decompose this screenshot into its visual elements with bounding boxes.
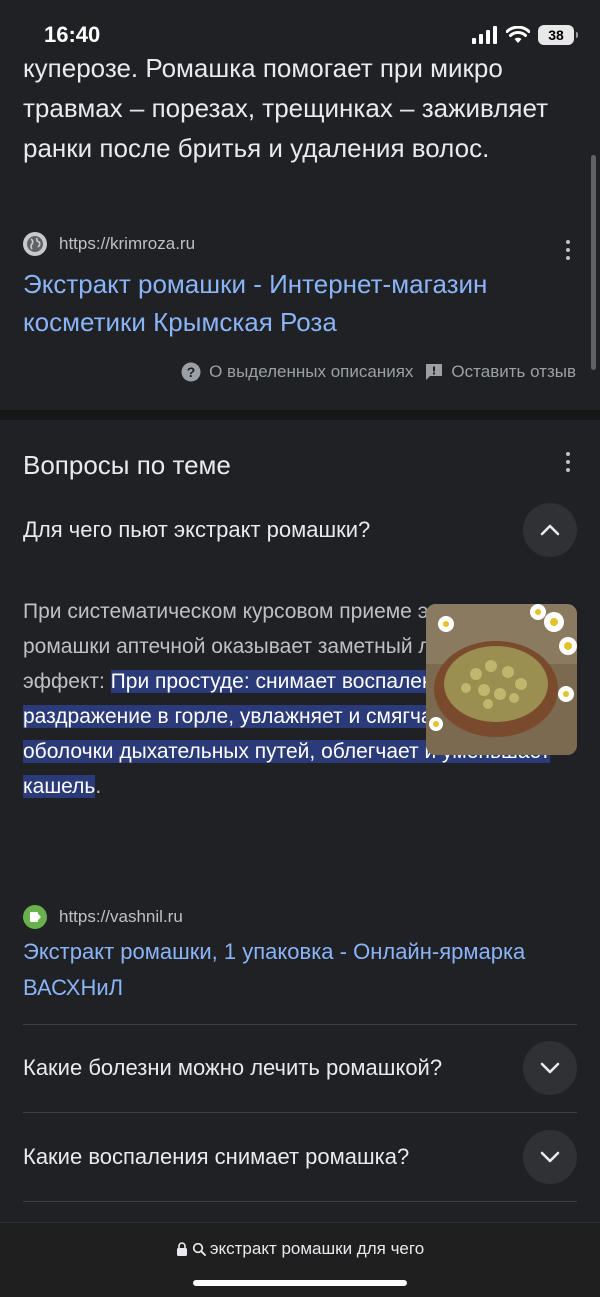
question-text: Какие воспаления снимает ромашка?: [23, 1144, 410, 1169]
question-collapsed[interactable]: Какие болезни можно лечить ромашкой?: [23, 1038, 577, 1098]
source-url: https://krimroza.ru: [59, 234, 196, 253]
separator: [23, 1024, 577, 1025]
address-bar[interactable]: экстракт ромашки для чего: [0, 1222, 600, 1297]
wifi-icon: [506, 26, 530, 43]
answer-source-title-link[interactable]: Экстракт ромашки, 1 упаковка - Онлайн-яр…: [23, 934, 573, 1006]
search-icon: [192, 1242, 206, 1256]
scrollbar[interactable]: [591, 155, 596, 370]
globe-icon: [23, 232, 47, 256]
answer-source[interactable]: https://vashnil.ru: [23, 905, 183, 929]
about-featured-link[interactable]: ? О выделенных описаниях: [181, 362, 413, 382]
status-icons: 38: [472, 25, 578, 45]
feedback-label: Оставить отзыв: [451, 362, 576, 381]
question-text: Какие болезни можно лечить ромашкой?: [23, 1055, 443, 1080]
question-text: Для чего пьют экстракт ромашки?: [23, 517, 371, 542]
about-featured-label: О выделенных описаниях: [209, 362, 414, 381]
separator: [23, 1201, 577, 1202]
answer-end: .: [95, 775, 102, 798]
result-title-link[interactable]: Экстракт ромашки - Интернет-магазин косм…: [23, 265, 578, 341]
chevron-up-icon[interactable]: [523, 503, 577, 557]
status-time: 16:40: [44, 22, 101, 47]
lock-icon: [176, 1242, 187, 1256]
status-bar: 16:40 38: [0, 0, 600, 70]
more-options-icon[interactable]: [558, 448, 578, 476]
section-divider: [0, 410, 600, 420]
feedback-icon: [426, 364, 443, 380]
signal-icon: [472, 26, 497, 44]
battery-indicator: 38: [538, 25, 578, 45]
help-icon: ?: [181, 362, 201, 382]
source-url: https://vashnil.ru: [59, 907, 183, 926]
search-query: экстракт ромашки для чего: [209, 1239, 425, 1258]
site-favicon-icon: [23, 905, 47, 929]
feedback-link[interactable]: Оставить отзыв: [425, 362, 576, 382]
result-source[interactable]: https://krimroza.ru: [23, 232, 195, 256]
chevron-down-icon[interactable]: [523, 1130, 577, 1184]
more-options-icon[interactable]: [558, 236, 578, 264]
url-display[interactable]: экстракт ромашки для чего: [0, 1239, 600, 1259]
related-questions: Вопросы по теме Для чего пьют экстракт р…: [0, 420, 600, 1223]
question-expanded[interactable]: Для чего пьют экстракт ромашки?: [23, 500, 577, 560]
search-result-krimroza: куперозе. Ромашка помогает при микро тра…: [0, 40, 600, 408]
svg-text:?: ?: [187, 364, 196, 380]
chevron-down-icon[interactable]: [523, 1041, 577, 1095]
home-indicator[interactable]: [193, 1280, 407, 1286]
question-collapsed[interactable]: Какие воспаления снимает ромашка?: [23, 1127, 577, 1187]
battery-level: 38: [548, 27, 564, 43]
separator: [23, 1112, 577, 1113]
featured-snippet-footer: ? О выделенных описаниях Оставить отзыв: [181, 362, 576, 382]
section-title: Вопросы по теме: [23, 450, 231, 480]
chamomile-thumbnail[interactable]: [426, 604, 577, 755]
